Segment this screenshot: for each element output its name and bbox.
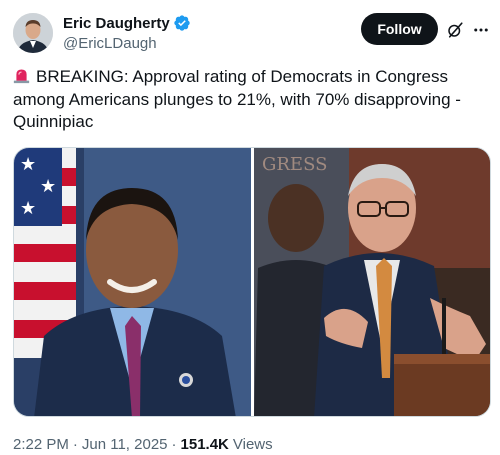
- portrait-photo: ★ ★ ★: [14, 148, 251, 416]
- tweet-card: Eric Daugherty @EricLDaugh Follow BREAKI…: [0, 0, 500, 455]
- svg-text:★: ★: [40, 176, 56, 197]
- author-handle[interactable]: @EricLDaugh: [63, 35, 191, 52]
- svg-text:GRESS: GRESS: [262, 154, 327, 175]
- more-icon[interactable]: [472, 21, 490, 39]
- svg-text:★: ★: [20, 154, 36, 175]
- rotating-light-icon: [13, 69, 30, 84]
- views-label: Views: [232, 436, 273, 453]
- svg-text:★: ★: [20, 198, 36, 219]
- separator-dot: ·: [171, 436, 177, 453]
- author-block: Eric Daugherty @EricLDaugh: [63, 13, 191, 52]
- press-photo: GRESS: [254, 148, 490, 416]
- avatar-image: [13, 13, 53, 53]
- author-name[interactable]: Eric Daugherty: [63, 15, 170, 32]
- photo-right[interactable]: GRESS: [254, 148, 490, 416]
- follow-button[interactable]: Follow: [361, 13, 438, 45]
- tweet-date[interactable]: Jun 11, 2025: [82, 436, 168, 453]
- views-count[interactable]: 151.4K: [181, 436, 229, 453]
- tweet-time[interactable]: 2:22 PM: [13, 436, 69, 453]
- separator-dot: ·: [72, 436, 78, 453]
- tweet-meta: 2:22 PM · Jun 11, 2025 · 151.4K Views: [13, 436, 273, 453]
- tweet-text: BREAKING: Approval rating of Democrats i…: [13, 66, 488, 134]
- verified-badge-icon[interactable]: [173, 14, 191, 32]
- media-grid[interactable]: ★ ★ ★ GRESS: [13, 147, 491, 417]
- grok-icon[interactable]: [446, 21, 464, 39]
- photo-left[interactable]: ★ ★ ★: [14, 148, 251, 416]
- tweet-body: BREAKING: Approval rating of Democrats i…: [13, 67, 461, 131]
- avatar[interactable]: [13, 13, 53, 53]
